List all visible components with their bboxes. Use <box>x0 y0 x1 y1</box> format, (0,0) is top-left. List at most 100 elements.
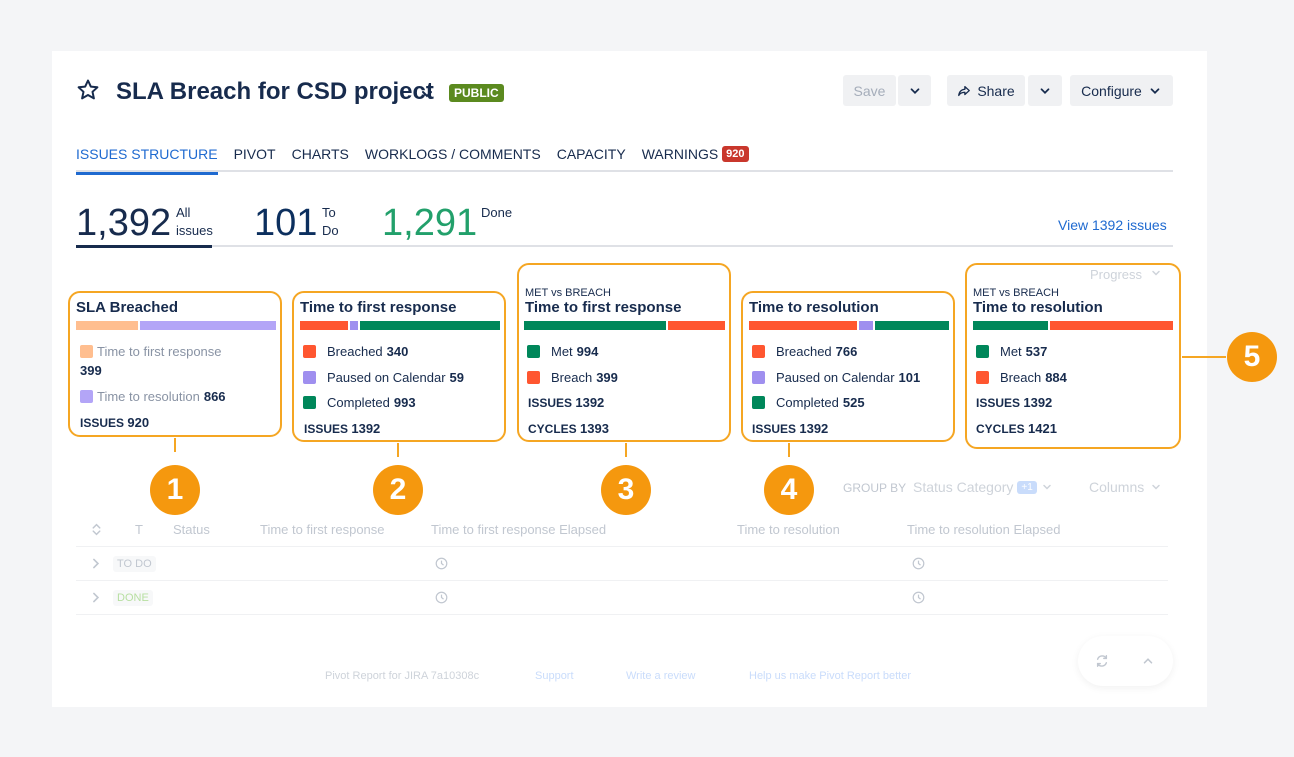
all-issues-label: All issues <box>176 205 213 238</box>
chevron-right-icon[interactable] <box>89 557 102 570</box>
annotation-marker-2: 2 <box>373 465 423 515</box>
legend-label: Time to first response <box>97 344 222 359</box>
bar-segment <box>973 321 1048 330</box>
todo-count[interactable]: 101 <box>254 203 317 243</box>
footer-support-link[interactable]: Support <box>535 670 574 682</box>
legend-item: Completed 993 <box>303 395 416 410</box>
tab-capacity[interactable]: CAPACITY <box>557 146 626 172</box>
summary-active-indicator <box>76 245 212 248</box>
tab-pivot[interactable]: PIVOT <box>234 146 276 172</box>
annotation-connector <box>397 443 399 457</box>
card-footer: ISSUES 1392 <box>752 421 829 436</box>
bar-segment <box>140 321 276 330</box>
legend-value-text: 537 <box>1025 344 1048 359</box>
legend-swatch <box>976 345 989 358</box>
legend-label: Breach <box>551 370 593 385</box>
legend-value-text: 525 <box>842 395 865 410</box>
legend-item: Breached 766 <box>752 344 857 359</box>
card-stat: ISSUES 1392 <box>976 395 1053 410</box>
column-header[interactable]: Time to first response Elapsed <box>431 522 606 537</box>
card-bar <box>973 321 1173 330</box>
share-button[interactable]: Share <box>947 75 1025 106</box>
share-dropdown-button[interactable] <box>1028 75 1062 106</box>
share-icon <box>958 85 971 96</box>
bar-segment <box>524 321 666 330</box>
chevron-down-icon <box>910 87 919 94</box>
card-bar <box>749 321 949 330</box>
group-by-label: GROUP BY <box>843 481 907 495</box>
legend-swatch <box>303 396 316 409</box>
clock-icon <box>435 591 448 604</box>
column-header[interactable]: Status <box>173 522 210 537</box>
card-footer: ISSUES 920 <box>80 415 150 430</box>
done-count[interactable]: 1,291 <box>382 203 477 243</box>
legend-value-text: 59 <box>449 370 464 385</box>
star-icon[interactable] <box>76 78 100 102</box>
card-bar <box>76 321 276 330</box>
view-issues-link[interactable]: View 1392 issues <box>1058 217 1167 233</box>
legend-swatch <box>80 390 93 403</box>
column-header[interactable]: Time to resolution <box>737 522 840 537</box>
legend-value-text: 101 <box>898 370 921 385</box>
columns-dropdown[interactable]: Columns <box>1089 479 1162 495</box>
bar-segment <box>76 321 139 330</box>
legend-swatch <box>303 345 316 358</box>
all-issues-count[interactable]: 1,392 <box>76 203 171 243</box>
configure-button[interactable]: Configure <box>1070 75 1173 106</box>
legend-item: Time to resolution 866 <box>80 389 226 404</box>
legend-value-text: 866 <box>203 389 226 404</box>
chevron-right-icon[interactable] <box>89 591 102 604</box>
save-button[interactable]: Save <box>843 75 896 106</box>
sort-icon[interactable] <box>90 523 103 536</box>
tab-label: ISSUES STRUCTURE <box>76 146 218 162</box>
group-by-dropdown[interactable]: Status Category +1 <box>913 479 1053 495</box>
legend-label: Breach <box>1000 370 1042 385</box>
legend-value-text: 399 <box>80 363 102 378</box>
save-dropdown-button[interactable] <box>898 75 931 106</box>
legend-label: Met <box>551 344 573 359</box>
footer-version: Pivot Report for JIRA 7a10308c <box>325 670 480 682</box>
chevron-down-icon[interactable] <box>419 86 435 102</box>
legend-label: Paused on Calendar <box>776 370 895 385</box>
page-title: SLA Breach for CSD project <box>116 78 434 105</box>
annotation-connector <box>625 443 627 457</box>
tab-bar: ISSUES STRUCTURE PIVOT CHARTS WORKLOGS /… <box>76 146 749 175</box>
legend-label: Breached <box>327 344 383 359</box>
chevron-down-icon <box>1043 484 1051 490</box>
status-badge: DONE <box>113 590 153 606</box>
legend-value: 399 <box>80 363 102 378</box>
tab-worklogs-comments[interactable]: WORKLOGS / COMMENTS <box>365 146 541 172</box>
legend-swatch <box>80 345 93 358</box>
footer-review-link[interactable]: Write a review <box>626 670 695 682</box>
refresh-icon[interactable] <box>1095 654 1109 668</box>
bar-segment <box>349 321 359 330</box>
tab-issues-structure[interactable]: ISSUES STRUCTURE <box>76 146 218 175</box>
legend-item: Breach 884 <box>976 370 1067 385</box>
tab-charts[interactable]: CHARTS <box>292 146 349 172</box>
clock-icon <box>435 557 448 570</box>
tab-warnings[interactable]: WARNINGS 920 <box>642 146 749 172</box>
bar-segment <box>668 321 725 330</box>
card-stat: ISSUES 1392 <box>528 395 605 410</box>
tab-label: WARNINGS <box>641 146 719 162</box>
done-label: Done <box>481 205 513 220</box>
legend-label: Breached <box>776 344 832 359</box>
column-header[interactable]: Time to first response <box>260 522 385 537</box>
columns-label: Columns <box>1089 479 1145 495</box>
column-header[interactable]: Time to resolution Elapsed <box>907 522 1060 537</box>
card-title: Time to resolution <box>973 299 1103 316</box>
column-header[interactable]: T <box>135 522 143 537</box>
card-bar <box>300 321 500 330</box>
annotation-connector <box>788 443 790 457</box>
footer-feedback-link[interactable]: Help us make Pivot Report better <box>749 670 911 682</box>
legend-item: Completed 525 <box>752 395 865 410</box>
tab-label: CHARTS <box>291 146 349 162</box>
chevron-up-icon[interactable] <box>1141 654 1155 668</box>
status-badge: TO DO <box>113 556 156 572</box>
legend-value-text: 340 <box>386 344 409 359</box>
tab-label: CAPACITY <box>556 146 626 162</box>
legend-label: Completed <box>776 395 839 410</box>
chevron-down-icon <box>1152 484 1160 490</box>
row-divider <box>76 546 1168 547</box>
card-bar <box>524 321 725 330</box>
